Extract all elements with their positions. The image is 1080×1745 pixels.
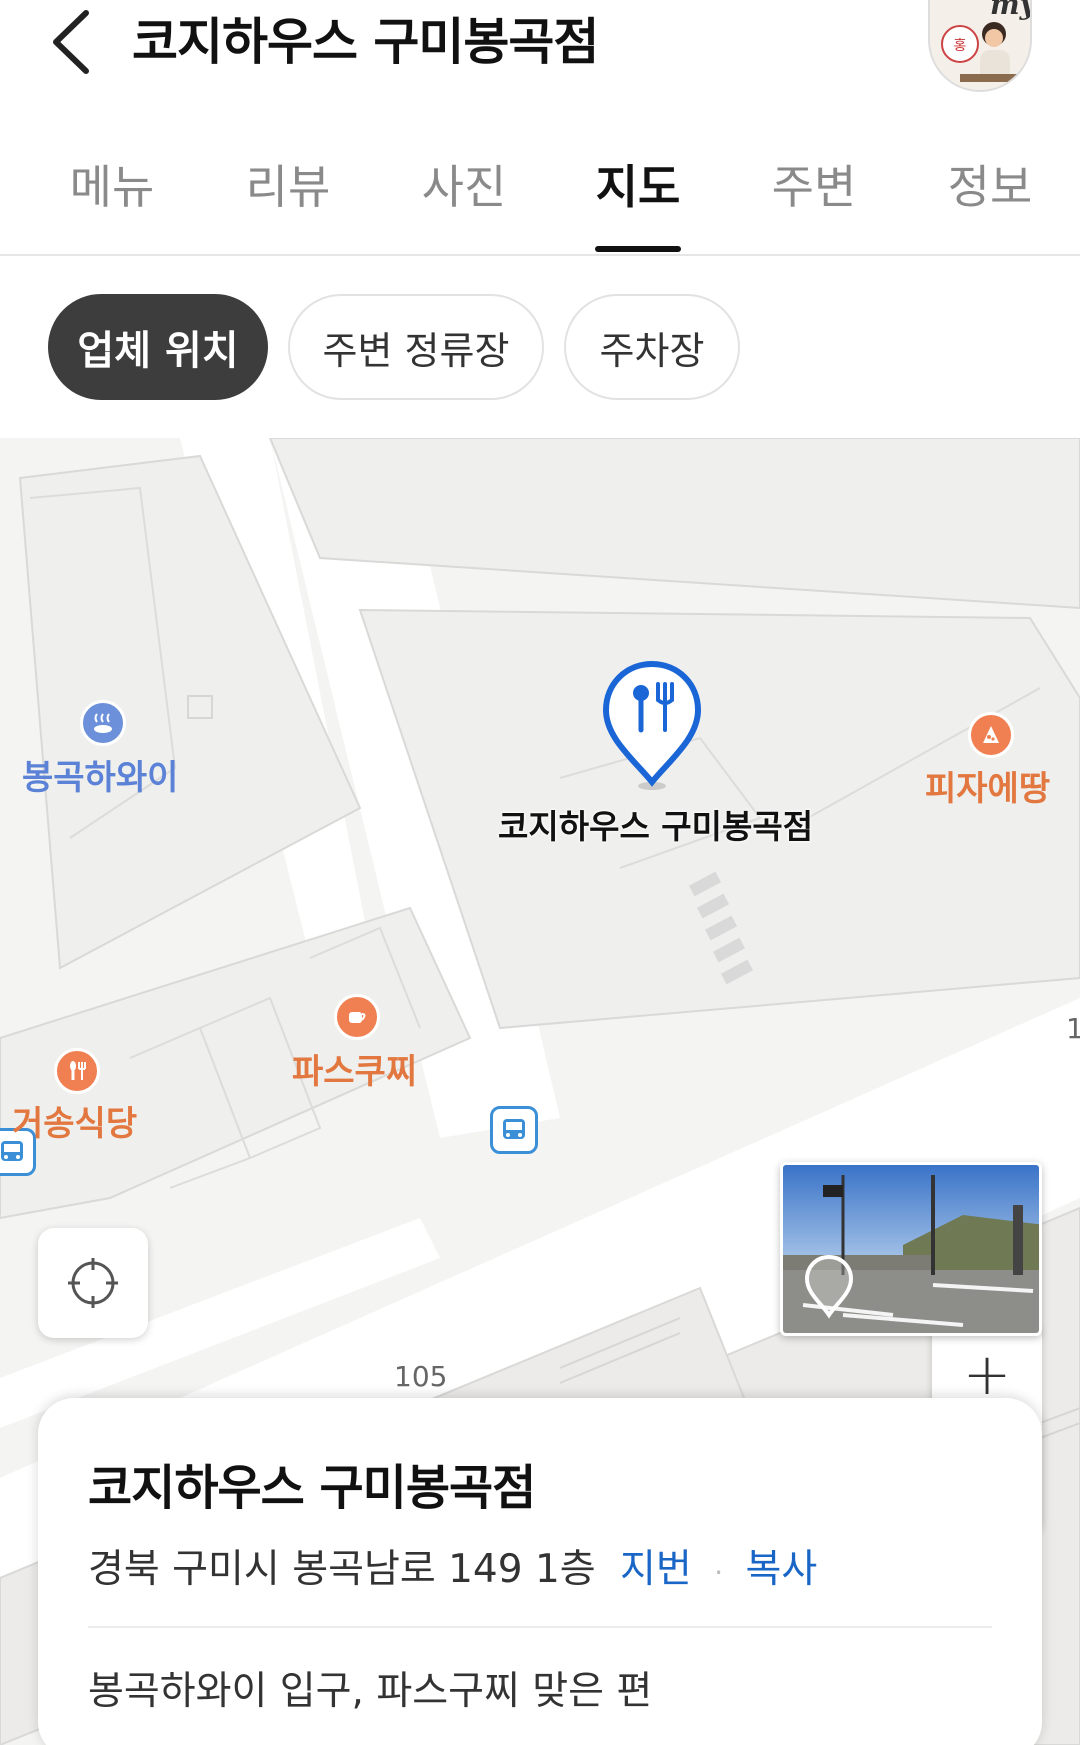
filter-chips: 업체 위치 주변 정류장 주차장 <box>0 258 1080 438</box>
road-number-label: 105 <box>394 1360 448 1393</box>
tab-review[interactable]: 리뷰 <box>238 152 338 222</box>
chip-business-location[interactable]: 업체 위치 <box>48 294 268 400</box>
card-divider <box>88 1626 992 1628</box>
coffee-cup-icon[interactable] <box>334 994 380 1040</box>
current-location-button[interactable] <box>38 1228 148 1338</box>
poi-label-restaurant[interactable]: 거송식당 <box>12 1096 137 1145</box>
tab-map[interactable]: 지도 <box>588 152 688 222</box>
avatar-caption: my <box>990 0 1032 21</box>
jibun-link[interactable]: 지번 <box>620 1547 692 1592</box>
coffee-glyph <box>349 1012 366 1023</box>
address-line: 경북 구미시 봉곡남로 149 1층 지번 · 복사 <box>88 1538 817 1594</box>
page-title: 코지하우스 구미봉곡점 <box>132 13 599 71</box>
avatar[interactable]: 홍 my <box>928 0 1032 92</box>
poi-label-cafe[interactable]: 파스쿠찌 <box>292 1044 417 1093</box>
svg-text:홍: 홍 <box>954 38 967 54</box>
back-button[interactable] <box>40 2 100 82</box>
tab-photo[interactable]: 사진 <box>414 152 514 222</box>
location-marker[interactable] <box>602 660 702 792</box>
address-text: 경북 구미시 봉곡남로 149 1층 <box>88 1547 596 1592</box>
hot-spring-glyph <box>94 713 112 733</box>
fork-knife-icon[interactable] <box>54 1048 100 1094</box>
tab-bar: 메뉴 리뷰 사진 지도 주변 정보 <box>0 130 1080 256</box>
chip-parking[interactable]: 주차장 <box>564 294 740 400</box>
crosshair-icon <box>68 1258 118 1308</box>
poi-label-pizza[interactable]: 피자에땅 <box>925 761 1050 810</box>
pizza-glyph <box>983 726 999 743</box>
roadview-thumbnail[interactable] <box>780 1162 1042 1336</box>
place-info-card[interactable]: 코지하우스 구미봉곡점 경북 구미시 봉곡남로 149 1층 지번 · 복사 봉… <box>38 1398 1042 1745</box>
fork-knife-glyph <box>70 1061 86 1080</box>
edge-label: 1 <box>1066 1012 1080 1045</box>
map-pin-icon <box>602 660 702 790</box>
tab-nearby[interactable]: 주변 <box>764 152 864 222</box>
pizza-icon[interactable] <box>968 712 1014 758</box>
poi-label-bath[interactable]: 봉곡하와이 <box>22 750 178 799</box>
tab-info[interactable]: 정보 <box>940 152 1040 222</box>
header: 코지하우스 구미봉곡점 홍 my <box>0 0 1080 110</box>
marker-label[interactable]: 코지하우스 구미봉곡점 <box>498 800 813 848</box>
street-photo <box>783 1165 1039 1333</box>
hot-spring-icon[interactable] <box>80 700 126 746</box>
bus-stop-icon[interactable] <box>490 1106 538 1154</box>
place-name: 코지하우스 구미봉곡점 <box>88 1460 536 1516</box>
chevron-left-icon <box>53 10 89 74</box>
tab-menu[interactable]: 메뉴 <box>62 152 162 222</box>
chip-nearby-stops[interactable]: 주변 정류장 <box>288 294 544 400</box>
bus-glyph <box>503 1119 525 1139</box>
copy-link[interactable]: 복사 <box>746 1547 818 1592</box>
plus-icon: + <box>962 1340 1012 1408</box>
active-tab-indicator <box>595 246 681 252</box>
location-description: 봉곡하와이 입구, 파스구찌 맞은 편 <box>88 1669 653 1714</box>
separator-dot: · <box>714 1556 724 1589</box>
